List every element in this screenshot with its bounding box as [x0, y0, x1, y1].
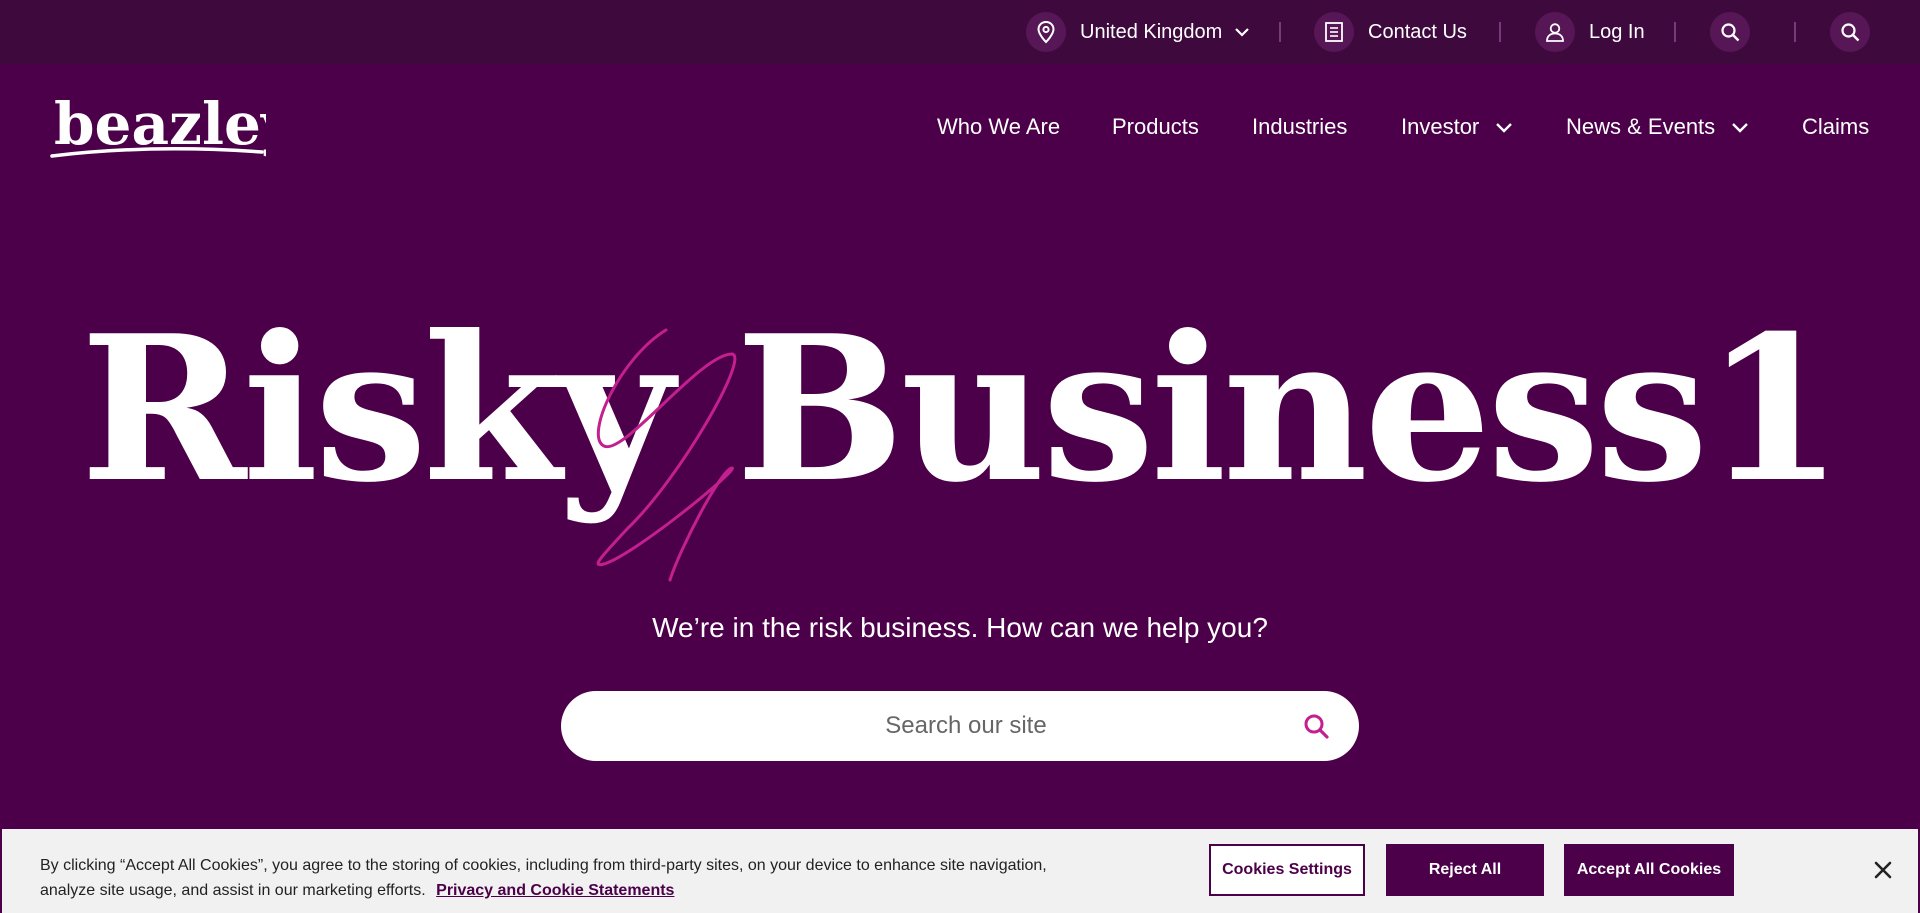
cookies-settings-button[interactable]: Cookies Settings: [1209, 844, 1365, 896]
separator: [1499, 22, 1501, 42]
contact-list-icon: [1314, 12, 1354, 52]
search-submit-button[interactable]: [1295, 705, 1337, 747]
nav-claims[interactable]: Claims: [1802, 112, 1869, 142]
separator: [1674, 22, 1676, 42]
utility-bar: United Kingdom Contact Us Log In: [0, 0, 1920, 64]
separator: [1279, 22, 1281, 42]
cookie-banner: By clicking “Accept All Cookies”, you ag…: [0, 827, 1920, 913]
accept-all-cookies-button[interactable]: Accept All Cookies: [1564, 844, 1734, 896]
privacy-cookie-link[interactable]: Privacy and Cookie Statements: [436, 882, 674, 899]
close-icon: [1874, 861, 1892, 879]
chevron-down-icon: [1732, 122, 1749, 133]
search-icon: [1304, 714, 1329, 739]
nav-label: News & Events: [1566, 114, 1716, 139]
cookie-message: By clicking “Accept All Cookies”, you ag…: [40, 853, 1080, 903]
nav-label: Investor: [1401, 114, 1480, 139]
beazley-logo[interactable]: beazley: [50, 90, 297, 164]
hero-title: Risky Business1: [80, 292, 1843, 527]
search-icon: [1830, 12, 1870, 52]
nav-label: Products: [1112, 114, 1199, 139]
search-icon: [1710, 12, 1750, 52]
search-button[interactable]: [1710, 0, 1750, 64]
user-icon: [1535, 12, 1575, 52]
reject-all-button[interactable]: Reject All: [1386, 844, 1544, 896]
site-search: [561, 691, 1359, 761]
nav-label: Who We Are: [937, 114, 1061, 139]
contact-us-link[interactable]: Contact Us: [1314, 0, 1467, 64]
hero-subtitle: We’re in the risk business. How can we h…: [652, 612, 1268, 643]
chevron-down-icon: [1496, 122, 1513, 133]
scribble-decoration: [596, 328, 737, 582]
nav-label: Claims: [1802, 114, 1870, 139]
search-input[interactable]: [601, 691, 1241, 761]
log-in-label: Log In: [1589, 20, 1645, 43]
separator: [1794, 22, 1796, 42]
close-banner-button[interactable]: [1870, 857, 1896, 883]
region-selector[interactable]: United Kingdom: [1026, 0, 1250, 64]
location-pin-icon: [1026, 12, 1066, 52]
nav-who-we-are[interactable]: Who We Are: [937, 112, 1060, 142]
nav-news-events[interactable]: News & Events: [1566, 112, 1749, 142]
chevron-down-icon: [1235, 28, 1250, 37]
nav-industries[interactable]: Industries: [1252, 112, 1347, 142]
nav-label: Industries: [1252, 114, 1348, 139]
nav-products[interactable]: Products: [1112, 112, 1199, 142]
nav-investor[interactable]: Investor: [1401, 112, 1513, 142]
contact-us-label: Contact Us: [1368, 20, 1467, 43]
log-in-link[interactable]: Log In: [1535, 0, 1645, 64]
region-label: United Kingdom: [1080, 20, 1223, 43]
search-button-secondary[interactable]: [1830, 0, 1870, 64]
